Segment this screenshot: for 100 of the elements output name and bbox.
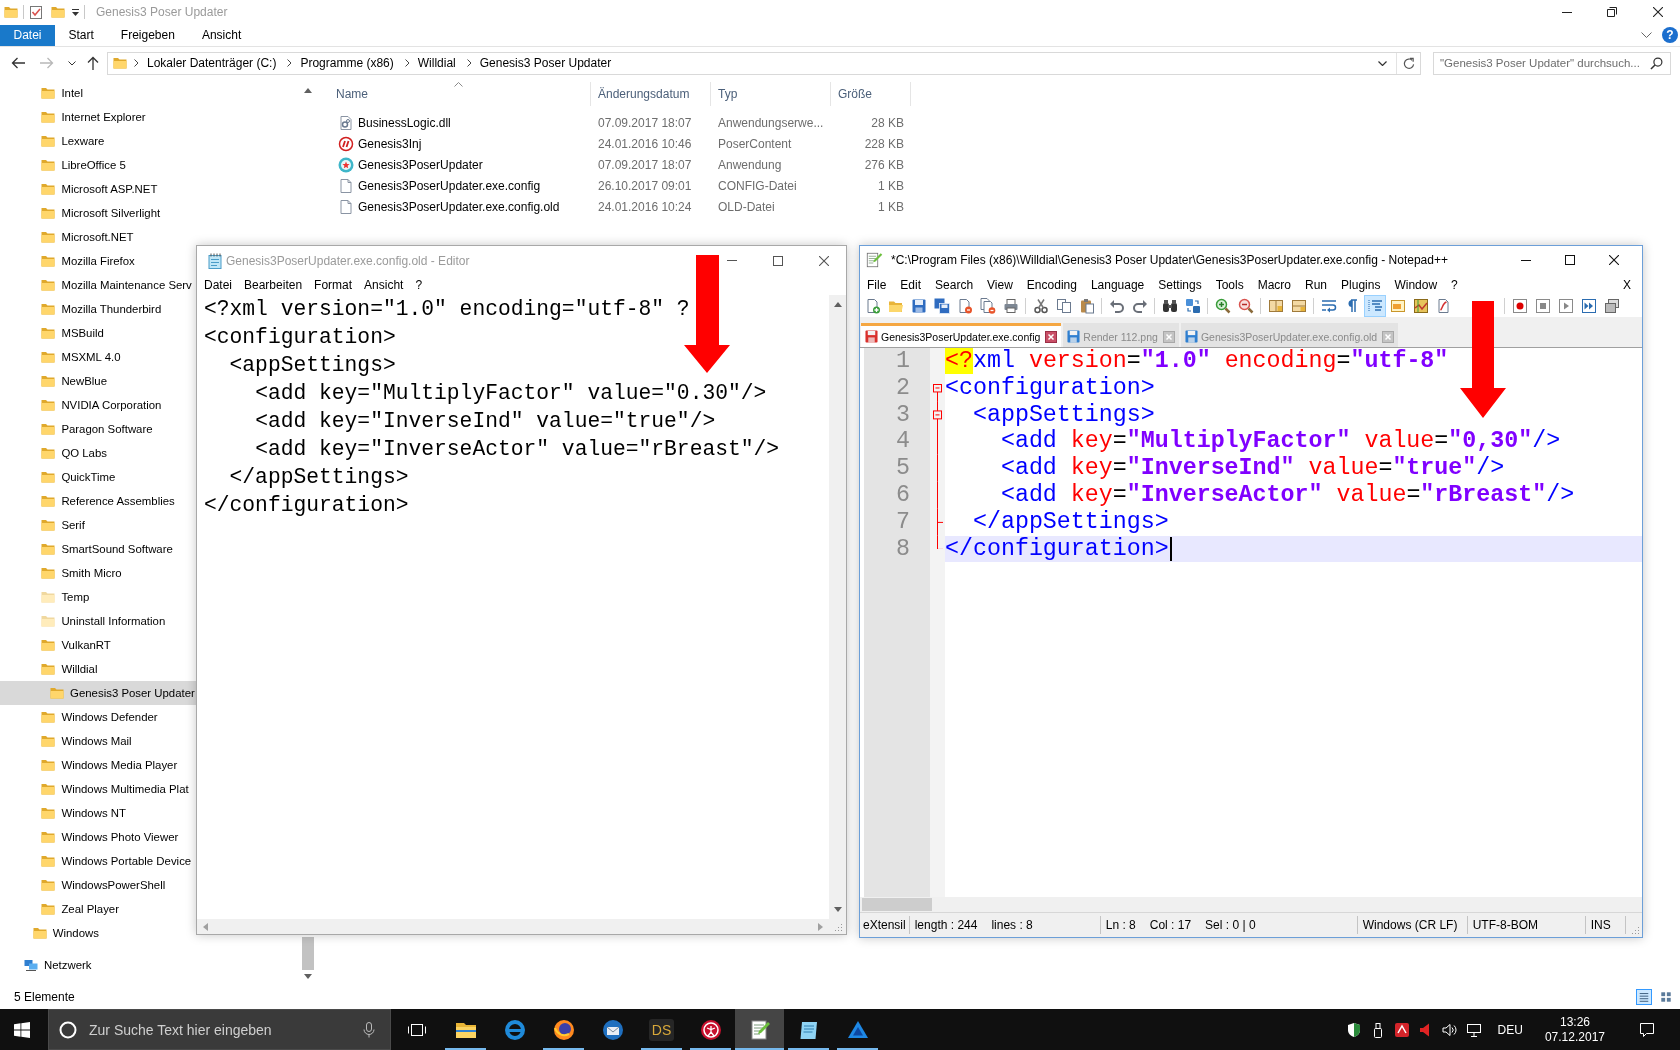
clipboard-icon[interactable] — [1078, 298, 1095, 314]
nav-item[interactable]: Windows Portable Device — [0, 849, 196, 873]
column-header[interactable]: Größe — [831, 82, 911, 106]
microphone-icon[interactable] — [363, 1021, 375, 1038]
menu-item[interactable]: Encoding — [1019, 277, 1084, 292]
volume-icon[interactable] — [1441, 1021, 1458, 1038]
zoom-in-icon[interactable] — [1214, 298, 1231, 314]
menu-item[interactable]: Settings — [1151, 277, 1209, 292]
nav-item[interactable]: LibreOffice 5 — [0, 153, 196, 177]
speech-bubble-icon[interactable] — [1639, 1021, 1655, 1038]
nav-item[interactable]: Genesis3 Poser Updater — [0, 681, 196, 705]
fast-forward-icon[interactable] — [1580, 298, 1597, 314]
taskbar-button[interactable]: DS — [637, 1009, 686, 1050]
nav-item[interactable]: WindowsPowerShell — [0, 873, 196, 897]
maximize-icon[interactable] — [1565, 255, 1575, 265]
close-icon[interactable] — [1609, 255, 1619, 265]
minimize-icon[interactable] — [1562, 11, 1572, 13]
chevron-down-icon[interactable] — [1378, 60, 1387, 66]
windows-logo-icon[interactable] — [14, 1021, 30, 1038]
search-input[interactable]: "Genesis3 Poser Updater" durchsuch... — [1434, 57, 1648, 69]
redo-icon[interactable] — [1131, 298, 1148, 314]
check-document-icon[interactable] — [29, 4, 43, 20]
zoom-out-icon[interactable] — [1237, 298, 1254, 314]
nav-item[interactable]: Microsoft.NET — [0, 225, 196, 249]
nav-item[interactable]: Internet Explorer — [0, 105, 196, 129]
map-icon[interactable] — [1412, 298, 1429, 314]
column-header[interactable]: Name — [326, 82, 591, 106]
nav-item[interactable]: Windows Media Player — [0, 753, 196, 777]
breadcrumb[interactable]: Willdial — [413, 56, 460, 70]
nav-item[interactable]: Windows Multimedia Plat — [0, 777, 196, 801]
nav-item[interactable]: MSXML 4.0 — [0, 345, 196, 369]
document-plus-icon[interactable] — [864, 298, 881, 314]
nav-item[interactable]: Netzwerk — [0, 953, 196, 977]
scissors-icon[interactable] — [1032, 298, 1049, 314]
caret-down-icon[interactable] — [303, 974, 312, 979]
menu-item[interactable]: Datei — [198, 278, 238, 292]
menu-item[interactable]: Macro — [1250, 277, 1298, 292]
menu-item[interactable]: Run — [1298, 277, 1335, 292]
chevron-right-icon[interactable] — [134, 59, 139, 67]
large-icons-view-icon[interactable] — [1658, 989, 1674, 1005]
documents-icon[interactable] — [1603, 298, 1620, 314]
file-name[interactable]: Genesis3PoserUpdater — [358, 157, 483, 172]
scrollbar-thumb[interactable] — [862, 898, 932, 911]
menu-item[interactable]: Ansicht — [358, 278, 410, 292]
language-indicator[interactable]: DEU — [1493, 1022, 1527, 1037]
column-header[interactable]: Änderungsdatum — [591, 82, 711, 106]
stop-icon[interactable] — [1534, 298, 1551, 314]
nav-item[interactable]: Uninstall Information — [0, 609, 196, 633]
caret-up-icon[interactable] — [833, 302, 842, 307]
record-icon[interactable] — [1511, 298, 1528, 314]
ribbon-tab[interactable]: Freigeben — [107, 25, 189, 46]
help-button[interactable]: ? — [1662, 27, 1678, 43]
nav-item[interactable]: Microsoft Silverlight — [0, 201, 196, 225]
ribbon-tab[interactable]: Datei — [0, 25, 55, 46]
nav-item[interactable]: NVIDIA Corporation — [0, 393, 196, 417]
chevron-right-icon[interactable] — [404, 59, 410, 67]
resize-grip-icon[interactable] — [833, 921, 843, 932]
breadcrumb[interactable]: Genesis3 Poser Updater — [475, 56, 616, 70]
arrow-up-icon[interactable] — [87, 56, 99, 70]
monitor-icon[interactable] — [1465, 1021, 1482, 1038]
menu-item[interactable]: ? — [1444, 277, 1465, 292]
menu-item[interactable]: Language — [1083, 277, 1152, 292]
replace-icon[interactable] — [1184, 298, 1201, 314]
nav-item[interactable]: Lexware — [0, 129, 196, 153]
documents-minus-icon[interactable] — [979, 298, 996, 314]
menu-item[interactable]: Bearbeiten — [238, 278, 309, 292]
chevron-down-icon[interactable] — [68, 60, 76, 66]
ribbon-tab[interactable]: Start — [55, 25, 108, 46]
caret-down-icon[interactable] — [72, 8, 79, 16]
tile-logo-icon[interactable] — [1393, 1021, 1410, 1038]
word-wrap-icon[interactable] — [1320, 298, 1337, 314]
nav-item[interactable]: Windows Photo Viewer — [0, 825, 196, 849]
copy-icon[interactable] — [1055, 298, 1072, 314]
menu-item[interactable]: Window — [1387, 277, 1445, 292]
file-name[interactable]: BusinessLogic.dll — [358, 115, 451, 130]
search-icon[interactable] — [1650, 56, 1663, 70]
search-field[interactable]: Zur Suche Text hier eingeben — [48, 1009, 391, 1050]
split-window-icon[interactable] — [1290, 298, 1307, 314]
nav-item[interactable]: Windows Mail — [0, 729, 196, 753]
chevron-right-icon[interactable] — [466, 59, 472, 67]
file-name[interactable]: Genesis3PoserUpdater.exe.config — [358, 178, 541, 193]
ribbon-tab[interactable]: Ansicht — [188, 25, 255, 46]
nav-item[interactable]: Temp — [0, 585, 196, 609]
nav-item[interactable]: Reference Assemblies — [0, 489, 196, 513]
caret-down-icon[interactable] — [833, 907, 842, 912]
menu-item[interactable]: ? — [409, 278, 429, 292]
breadcrumb[interactable]: Lokaler Datenträger (C:) — [143, 56, 281, 70]
nav-item[interactable]: VulkanRT — [0, 633, 196, 657]
refresh-icon[interactable] — [1402, 56, 1415, 70]
nav-item[interactable]: QuickTime — [0, 465, 196, 489]
task-view-icon[interactable] — [406, 1021, 427, 1038]
chevron-right-icon[interactable] — [287, 59, 293, 67]
nav-item[interactable]: Mozilla Firefox — [0, 249, 196, 273]
close-icon[interactable] — [1045, 330, 1058, 343]
column-header[interactable]: Typ — [711, 82, 831, 106]
details-view-icon[interactable] — [1636, 989, 1652, 1005]
chevron-down-icon[interactable] — [1641, 32, 1652, 38]
nav-item[interactable]: Smith Micro — [0, 561, 196, 585]
menu-item[interactable]: Search — [928, 277, 981, 292]
floppy-disks-icon[interactable] — [933, 298, 950, 314]
